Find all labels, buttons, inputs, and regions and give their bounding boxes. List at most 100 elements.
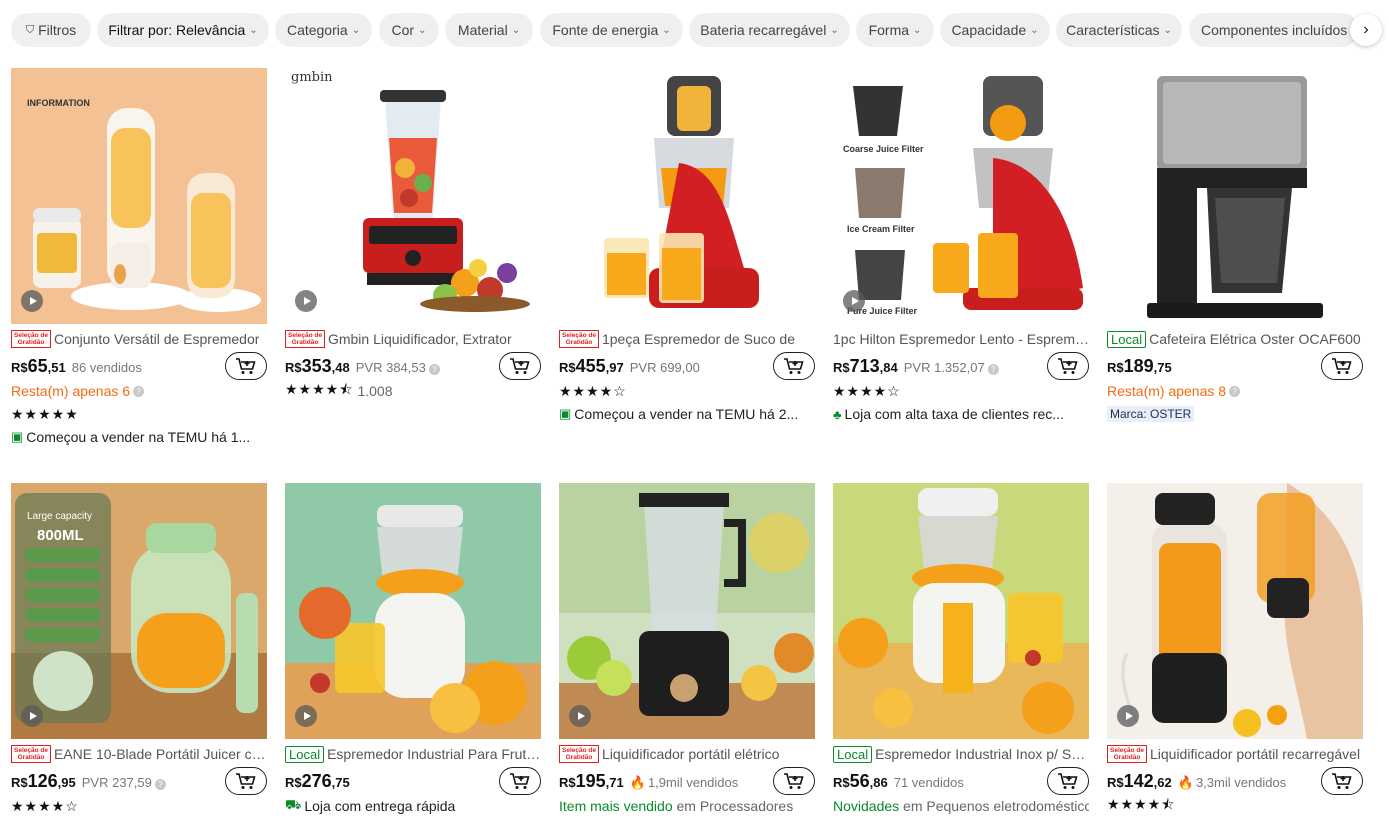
help-icon[interactable]: ? <box>133 385 145 397</box>
filter-chip-caracteristicas[interactable]: Características ⌄ <box>1056 13 1182 47</box>
product-title[interactable]: Seleção de Gratidão Liquidificador portát… <box>559 745 815 763</box>
chip-label: Cor <box>391 22 415 38</box>
product-image[interactable] <box>1107 68 1363 324</box>
play-icon[interactable] <box>843 290 865 312</box>
help-icon[interactable]: ? <box>987 364 999 375</box>
cart-icon <box>236 358 256 374</box>
seller-note: ▣ Começou a vender na TEMU há 2... <box>559 406 799 422</box>
product-image[interactable] <box>559 68 815 324</box>
product-image[interactable]: Coarse Juice Filter Ice Cream Filter Pur… <box>833 68 1089 324</box>
product-image[interactable] <box>833 483 1089 739</box>
chevron-right-icon: › <box>1363 21 1369 38</box>
filter-chip-categoria[interactable]: Categoria ⌄ <box>275 13 372 47</box>
selecao-gratidao-badge: Seleção de Gratidão <box>285 330 325 348</box>
cart-icon <box>1332 773 1352 789</box>
brand-row: Marca: OSTER <box>1107 404 1363 424</box>
product-image[interactable]: gmbin <box>285 68 541 324</box>
chevron-down-icon: ⌄ <box>662 24 671 36</box>
product-title-text: Liquidificador portátil elétrico <box>601 746 780 762</box>
filter-chip-material[interactable]: Material ⌄ <box>445 13 533 47</box>
product-title[interactable]: Seleção de Gratidão EANE 10-Blade Portáti… <box>11 745 267 763</box>
scroll-right-button[interactable]: › <box>1350 14 1382 46</box>
product-image[interactable] <box>559 483 815 739</box>
play-icon[interactable] <box>295 705 317 727</box>
stock-warning: Resta(m) apenas 8? <box>1107 381 1363 401</box>
calendar-check-icon: ▣ <box>11 429 24 444</box>
cart-icon <box>784 358 804 374</box>
chevron-down-icon: ⌄ <box>913 24 922 36</box>
chip-label: Bateria recarregável <box>700 22 827 38</box>
filter-chip-forma[interactable]: Forma ⌄ <box>856 13 934 47</box>
filters-button[interactable]: ⛉ Filtros <box>11 13 91 47</box>
play-icon[interactable] <box>1117 705 1139 727</box>
product-title[interactable]: Local Espremedor Industrial Para Frutas <box>285 745 541 763</box>
selecao-gratidao-badge: Seleção de Gratidão <box>559 330 599 348</box>
play-icon[interactable] <box>569 705 591 727</box>
filter-chip-bateria[interactable]: Bateria recarregável ⌄ <box>689 13 850 47</box>
play-icon[interactable] <box>21 705 43 727</box>
add-to-cart-button[interactable] <box>499 767 541 795</box>
image-caption: 800ML <box>37 527 84 544</box>
price-decimal: ,71 <box>605 775 624 790</box>
price-decimal: ,97 <box>605 360 624 375</box>
product-title[interactable]: Seleção de Gratidão 1peça Espremedor de S… <box>559 330 815 348</box>
local-badge: Local <box>1107 330 1147 348</box>
product-title-text: 1pc Hilton Espremedor Lento - Espremedor <box>833 331 1089 347</box>
rating-row: ★★★★⯪ 1.008 <box>285 381 541 401</box>
help-icon[interactable]: ? <box>154 779 166 790</box>
filter-chip-cor[interactable]: Cor ⌄ <box>379 13 439 47</box>
product-title[interactable]: Seleção de Gratidão Liquidificador portát… <box>1107 745 1363 763</box>
stock-warning: Resta(m) apenas 6? <box>11 381 267 401</box>
chip-label: Fonte de energia <box>552 22 659 38</box>
image-caption: Large capacity <box>27 511 93 522</box>
selecao-gratidao-badge: Seleção de Gratidão <box>11 745 51 763</box>
product-image[interactable]: Large capacity 800ML <box>11 483 267 739</box>
rating-stars: ★★★★☆ <box>833 382 901 399</box>
product-title[interactable]: Local Cafeteira Elétrica Oster OCAF600 <box>1107 330 1363 348</box>
add-to-cart-button[interactable] <box>499 352 541 380</box>
product-title[interactable]: Seleção de Gratidão Conjunto Versátil de … <box>11 330 267 348</box>
price-integer: 56 <box>849 771 870 791</box>
add-to-cart-button[interactable] <box>1321 767 1363 795</box>
product-image[interactable] <box>1107 483 1363 739</box>
brand-tag[interactable]: Marca: OSTER <box>1107 406 1195 422</box>
add-to-cart-button[interactable] <box>773 352 815 380</box>
sort-dropdown[interactable]: Filtrar por: Relevância ⌄ <box>97 13 269 47</box>
product-title[interactable]: Seleção de Gratidão Gmbin Liquidificador,… <box>285 330 541 348</box>
chip-label: Características <box>1066 22 1160 38</box>
rating-stars: ★★★★⯪ <box>285 381 354 397</box>
product-title[interactable]: 1pc Hilton Espremedor Lento - Espremedor <box>833 330 1089 348</box>
product-title-text: Cafeteira Elétrica Oster OCAF600 <box>1149 331 1361 347</box>
add-to-cart-button[interactable] <box>225 352 267 380</box>
product-image[interactable]: INFORMATION <box>11 68 267 324</box>
play-icon[interactable] <box>295 290 317 312</box>
help-icon[interactable]: ? <box>428 364 440 375</box>
price-decimal: ,95 <box>57 775 76 790</box>
add-to-cart-button[interactable] <box>1047 352 1089 380</box>
play-icon[interactable] <box>21 290 43 312</box>
add-to-cart-button[interactable] <box>1321 352 1363 380</box>
product-title-text: Liquidificador portátil recarregável <box>1149 746 1361 762</box>
price-decimal: ,62 <box>1153 775 1172 790</box>
filter-chip-componentes[interactable]: Componentes incluídos <box>1189 13 1359 47</box>
product-image[interactable] <box>285 483 541 739</box>
filter-chip-fonte-energia[interactable]: Fonte de energia ⌄ <box>540 13 683 47</box>
seller-note: ▣ Começou a vender na TEMU há 1... <box>11 429 251 445</box>
add-to-cart-button[interactable] <box>773 767 815 795</box>
chevron-down-icon: ⌄ <box>1163 24 1172 36</box>
help-icon[interactable]: ? <box>1229 385 1241 397</box>
rating-row: ★★★★⯪ <box>1107 796 1363 816</box>
selecao-gratidao-badge: Seleção de Gratidão <box>1107 745 1147 763</box>
rating-stars: ★★★★☆ <box>11 797 79 814</box>
ranking-note[interactable]: Novidades em Pequenos eletrodomésticos <box>833 796 1089 816</box>
product-title-text: Conjunto Versátil de Espremedor <box>53 331 260 347</box>
add-to-cart-button[interactable] <box>1047 767 1089 795</box>
ranking-note[interactable]: Item mais vendido em Processadores <box>559 796 815 816</box>
filter-chip-capacidade[interactable]: Capacidade ⌄ <box>940 13 1050 47</box>
add-to-cart-button[interactable] <box>225 767 267 795</box>
product-title[interactable]: Local Espremedor Industrial Inox p/ Suco <box>833 745 1089 763</box>
rating-stars: ★★★★★ <box>11 405 79 422</box>
cart-icon <box>1058 773 1078 789</box>
cart-icon <box>1058 358 1078 374</box>
ranking-category: em Processadores <box>672 798 794 814</box>
